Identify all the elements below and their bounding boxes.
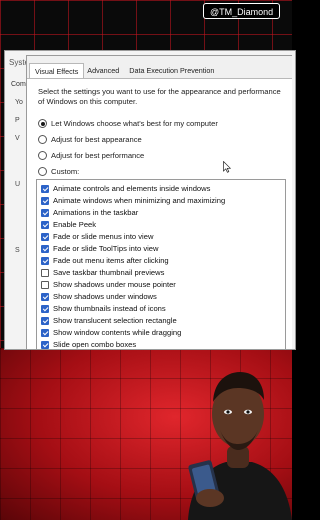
mouse-pointer-icon <box>223 161 231 173</box>
checkbox[interactable] <box>41 196 49 205</box>
effect-item[interactable]: Slide open combo boxes <box>41 339 136 349</box>
effect-label: Enable Peek <box>53 220 97 229</box>
checkbox[interactable] <box>41 340 49 349</box>
performance-options-dialog: Visual Effects Advanced Data Execution P… <box>26 55 292 349</box>
option-label: Let Windows choose what's best for my co… <box>51 119 218 128</box>
effect-item[interactable]: Enable Peek <box>41 219 96 230</box>
effect-label: Animate controls and elements inside win… <box>53 184 211 193</box>
checkbox[interactable] <box>41 256 49 265</box>
radio-button[interactable] <box>38 167 47 176</box>
effect-item[interactable]: Show translucent selection rectangle <box>41 315 177 326</box>
checkbox[interactable] <box>41 208 49 217</box>
effect-item[interactable]: Animate controls and elements inside win… <box>41 183 210 194</box>
effect-label: Save taskbar thumbnail previews <box>53 268 165 277</box>
parent-window-text: S <box>15 247 20 254</box>
effect-item[interactable]: Show window contents while dragging <box>41 327 181 338</box>
effect-label: Animations in the taskbar <box>53 208 139 217</box>
checkbox[interactable] <box>41 220 49 229</box>
intro-text: Select the settings you want to use for … <box>38 87 281 106</box>
effect-item[interactable]: Fade or slide menus into view <box>41 231 153 242</box>
effect-label: Fade or slide ToolTips into view <box>53 244 159 253</box>
effect-item[interactable]: Animations in the taskbar <box>41 207 138 218</box>
option-label: Adjust for best performance <box>51 151 145 160</box>
effect-item[interactable]: Show shadows under windows <box>41 291 157 302</box>
effect-item[interactable]: Show shadows under mouse pointer <box>41 279 176 290</box>
checkbox[interactable] <box>41 184 49 193</box>
effect-item[interactable]: Save taskbar thumbnail previews <box>41 267 164 278</box>
radio-button[interactable] <box>38 151 47 160</box>
presenter-photo <box>188 372 292 520</box>
tab-visual-effects[interactable]: Visual Effects <box>29 63 85 79</box>
tab-data-execution-prevention[interactable]: Data Execution Prevention <box>124 64 219 78</box>
effect-label: Show shadows under windows <box>53 292 157 301</box>
effect-label: Show thumbnails instead of icons <box>53 304 166 313</box>
option-best-appearance[interactable]: Adjust for best appearance <box>38 135 142 144</box>
effect-label: Fade out menu items after clicking <box>53 256 169 265</box>
checkbox[interactable] <box>41 244 49 253</box>
option-best-performance[interactable]: Adjust for best performance <box>38 151 144 160</box>
effect-item[interactable]: Fade or slide ToolTips into view <box>41 243 159 254</box>
parent-window-text: V <box>15 135 20 142</box>
effect-label: Slide open combo boxes <box>53 340 137 349</box>
parent-window-tab[interactable]: Com <box>11 81 26 88</box>
effect-label: Show translucent selection rectangle <box>53 316 177 325</box>
effect-item[interactable]: Animate windows when minimizing and maxi… <box>41 195 225 206</box>
radio-button[interactable] <box>38 135 47 144</box>
creator-handle-watermark: @TM_Diamond <box>203 3 281 19</box>
checkbox[interactable] <box>41 328 49 337</box>
option-custom[interactable]: Custom: <box>38 167 79 176</box>
option-let-windows-choose[interactable]: Let Windows choose what's best for my co… <box>38 119 218 128</box>
parent-window-text: U <box>15 181 21 188</box>
checkbox[interactable] <box>41 232 49 241</box>
effect-label: Show window contents while dragging <box>53 328 182 337</box>
checkbox[interactable] <box>41 304 49 313</box>
tab-advanced[interactable]: Advanced <box>82 64 124 78</box>
visual-effects-list[interactable]: Animate controls and elements inside win… <box>36 179 286 349</box>
visual-effects-panel: Select the settings you want to use for … <box>27 78 292 349</box>
tab-strip: Visual Effects Advanced Data Execution P… <box>27 63 219 79</box>
checkbox[interactable] <box>41 316 49 325</box>
effect-item[interactable]: Fade out menu items after clicking <box>41 255 169 266</box>
parent-window-text: Yo <box>15 99 23 106</box>
option-label: Adjust for best appearance <box>51 135 142 144</box>
option-label: Custom: <box>51 167 80 176</box>
parent-window-text: P <box>15 117 20 124</box>
checkbox[interactable] <box>41 280 49 289</box>
radio-button[interactable] <box>38 119 47 128</box>
checkbox[interactable] <box>41 292 49 301</box>
checkbox[interactable] <box>41 268 49 277</box>
effect-label: Show shadows under mouse pointer <box>53 280 176 289</box>
effect-item[interactable]: Show thumbnails instead of icons <box>41 303 166 314</box>
effect-label: Animate windows when minimizing and maxi… <box>53 196 226 205</box>
effect-label: Fade or slide menus into view <box>53 232 154 241</box>
